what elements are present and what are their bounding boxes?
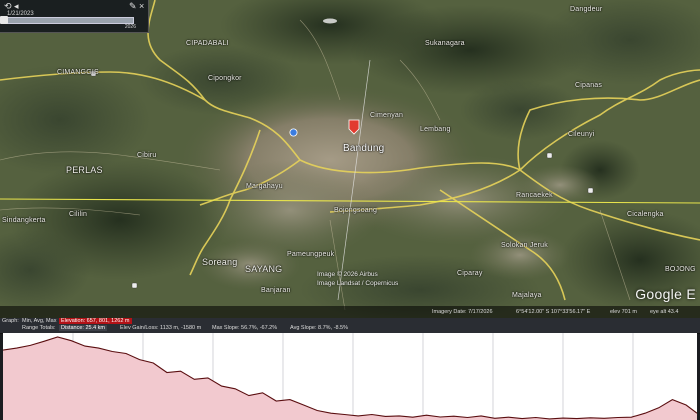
soreang-label: Soreang [202,257,238,267]
slider-track[interactable] [4,17,134,24]
imagery-copyright: Image © 2026 Airbus Image Landsat / Cope… [317,270,398,288]
cursor-coordinates: 6°54'12.00" S 107°33'56.17" E [516,309,591,315]
distance-stat: Distance: 25.4 km [59,325,108,331]
sukanagara-label: Sukanagara [425,40,465,47]
cililin-label: Cililin [69,211,88,218]
elevation-area [3,337,697,420]
elevation-chart[interactable] [3,333,697,420]
margahayu-label: Margahayu [246,183,283,190]
majalaya-label: Majalaya [512,292,542,299]
graph-label: Graph: [2,318,19,324]
solokan-jeruk-label: Solokan Jeruk [501,242,548,249]
cursor-elevation: elev 701 m [610,309,637,315]
cibiru-label: Cibiru [137,152,157,159]
min-avg-max-label: Min, Avg, Max [22,318,57,324]
profile-stats-header: Graph: Min, Avg, Max Elevation: 657, 801… [0,318,700,334]
rewind-icon[interactable]: ⟲ [4,2,12,11]
imagery-date: Imagery Date: 7/17/2026 [432,309,493,315]
bandung-label: Bandung [343,143,385,154]
ciparay-label: Ciparay [457,270,483,277]
cipongkor-label: Cipongkor [208,75,242,82]
earth-viewer: CIPADABALI Sukanagara CIMANGGIS Bandung … [0,0,700,420]
close-icon[interactable]: × [139,2,144,11]
cimanggis-label: CIMANGGIS [57,69,99,76]
copyright-line-2: Image Landsat / Copernicus [317,280,399,287]
eye-altitude: eye alt 43.4 [650,309,679,315]
satellite-map[interactable]: CIPADABALI Sukanagara CIMANGGIS Bandung … [0,0,700,318]
elevation-profile-panel: Graph: Min, Avg, Max Elevation: 657, 801… [0,318,700,420]
elev-gain-loss-stat: Elev Gain/Loss: 1133 m, -1580 m [120,325,202,331]
copyright-line-1: Image © 2026 Airbus [317,271,378,278]
elevation-graph[interactable] [3,333,697,420]
cipadabali-label: CIPADABALI [186,40,229,47]
avg-slope-stat: Avg Slope: 8.7%, -8.5% [290,325,348,331]
perlas-label: PERLAS [66,165,103,175]
lembang-label: Lembang [420,126,451,133]
historical-imagery-slider[interactable]: ⟲ ◂ ✎ × 1/21/2023 2026 [0,0,149,33]
max-slope-stat: Max Slope: 56.7%, -67.2% [212,325,278,331]
google-earth-watermark: Google E [635,286,696,302]
slider-end-year: 2026 [124,24,136,30]
blue-poi-icon[interactable] [289,128,298,137]
cipanas-label: Cipanas [575,82,603,89]
sayang-label: SAYANG [245,264,283,274]
placemark-pin-icon[interactable] [348,119,360,135]
dangdeur-label: Dangdeur [570,6,603,13]
banjaran-label: Banjaran [261,287,291,294]
pameungpeuk-label: Pameungpeuk [287,251,335,258]
cimenyan-label: Cimenyan [370,112,404,119]
bojong-label: BOJONG [665,266,696,273]
rancaekek-label: Rancaekek [516,192,553,199]
status-bar: Imagery Date: 7/17/2026 6°54'12.00" S 10… [0,306,700,318]
sindangkerta-label: Sindangkerta [2,217,46,224]
slider-thumb[interactable] [0,16,8,24]
wrench-icon[interactable]: ✎ [129,2,137,11]
elevation-stat[interactable]: Elevation: 657, 801, 1262 m [59,318,132,324]
step-back-icon[interactable]: ◂ [14,2,19,11]
range-totals-label: Range Totals: [22,325,56,331]
bojongsoang-label: Bojongsoang [334,207,378,214]
cileunyi-label: Cileunyi [568,131,595,138]
cicalengka-label: Cicalengka [627,211,664,218]
